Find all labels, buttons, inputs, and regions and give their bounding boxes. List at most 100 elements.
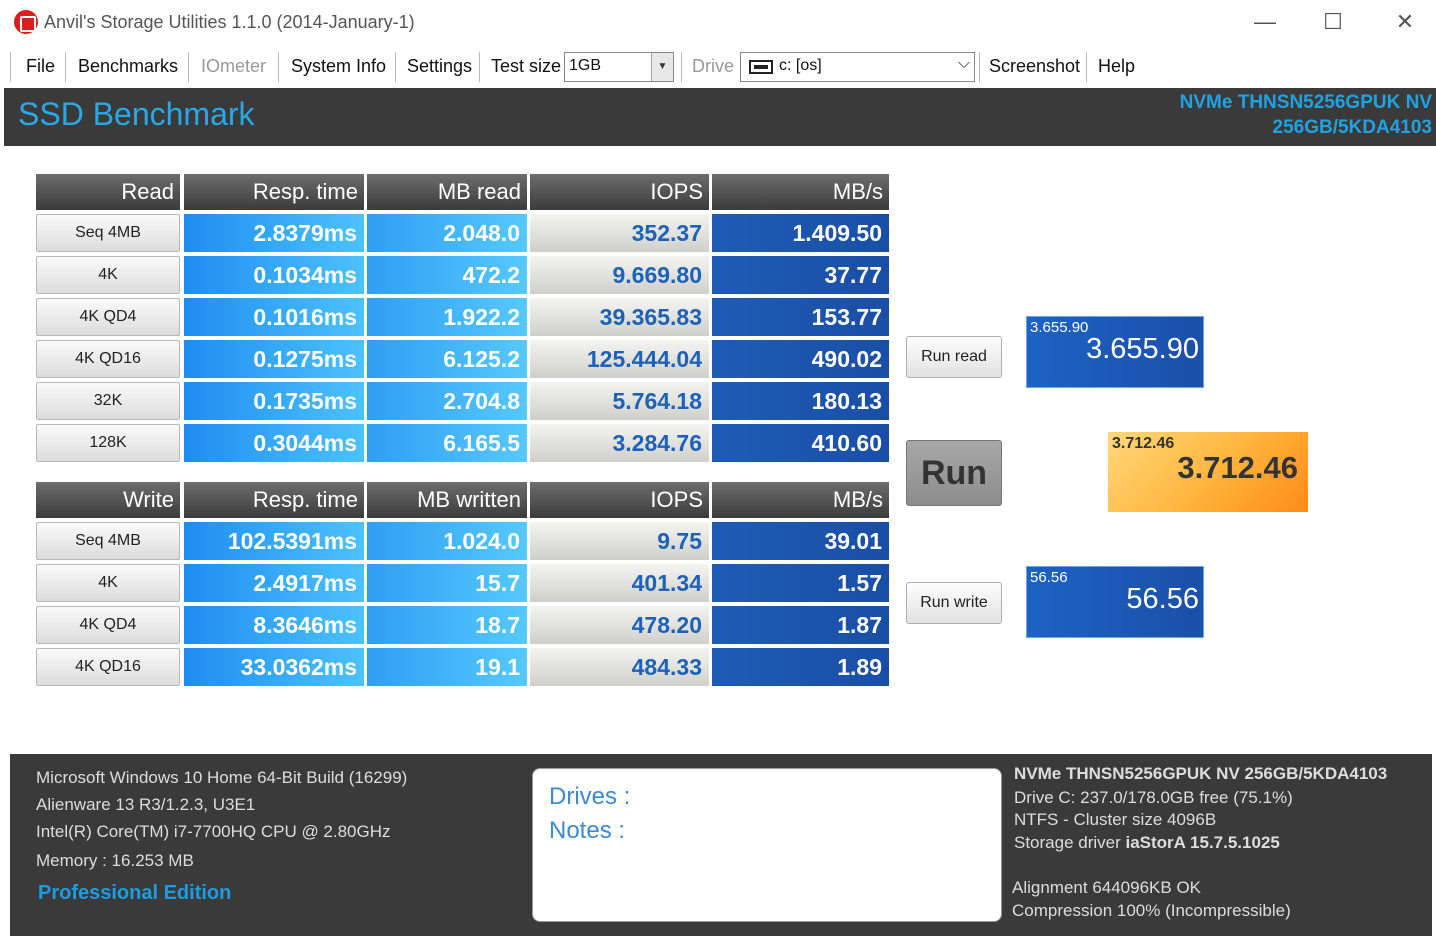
test-size-select[interactable]: 1GB ▼ xyxy=(564,52,674,82)
menu-separator xyxy=(188,52,189,82)
write-resp-header: Resp. time xyxy=(184,482,364,518)
read-mb-cell: 2.048.0 xyxy=(367,214,527,252)
write-mb-cell: 19.1 xyxy=(367,648,527,686)
menu-file[interactable]: File xyxy=(26,56,55,77)
window-title: Anvil's Storage Utilities 1.1.0 (2014-Ja… xyxy=(44,12,415,32)
run-write-button[interactable]: Run write xyxy=(906,582,1002,624)
drive-free-info: Drive C: 237.0/178.0GB free (75.1%) xyxy=(1014,788,1293,807)
write-test-button[interactable]: 4K xyxy=(36,564,180,602)
minimize-button[interactable]: — xyxy=(1242,6,1288,38)
read-mb-cell: 472.2 xyxy=(367,256,527,294)
write-mb-cell: 18.7 xyxy=(367,606,527,644)
write-resp-cell: 2.4917ms xyxy=(184,564,364,602)
write-resp-cell: 33.0362ms xyxy=(184,648,364,686)
close-button[interactable]: ✕ xyxy=(1382,6,1428,38)
benchmark-header: SSD Benchmark NVMe THNSN5256GPUK NV 256G… xyxy=(4,88,1436,146)
write-test-button[interactable]: 4K QD4 xyxy=(36,606,180,644)
read-iops-cell: 9.669.80 xyxy=(530,256,709,294)
app-window: Anvil's Storage Utilities 1.1.0 (2014-Ja… xyxy=(0,0,1436,936)
menu-settings[interactable]: Settings xyxy=(407,56,472,77)
read-test-button[interactable]: 4K QD16 xyxy=(36,340,180,378)
menu-separator xyxy=(395,52,396,82)
chevron-down-icon[interactable]: ⌵ xyxy=(958,55,970,73)
write-test-button[interactable]: 4K QD16 xyxy=(36,648,180,686)
total-score-box: 3.712.46 3.712.46 xyxy=(1108,432,1308,512)
read-mbs-cell: 490.02 xyxy=(712,340,889,378)
read-test-button[interactable]: Seq 4MB xyxy=(36,214,180,252)
write-iops-cell: 484.33 xyxy=(530,648,709,686)
write-mb-cell: 15.7 xyxy=(367,564,527,602)
write-resp-cell: 102.5391ms xyxy=(184,522,364,560)
write-iops-cell: 478.20 xyxy=(530,606,709,644)
menu-separator xyxy=(278,52,279,82)
write-mbs-header: MB/s xyxy=(712,482,889,518)
drive-select[interactable]: c: [os] ⌵ xyxy=(740,52,975,82)
read-mbs-cell: 410.60 xyxy=(712,424,889,462)
total-score: 3.712.46 xyxy=(1177,450,1298,485)
read-test-button[interactable]: 128K xyxy=(36,424,180,462)
run-read-button[interactable]: Run read xyxy=(906,336,1002,378)
write-iops-cell: 401.34 xyxy=(530,564,709,602)
total-score-small: 3.712.46 xyxy=(1112,435,1175,452)
edition-label: Professional Edition xyxy=(38,882,232,904)
write-score-box: 56.56 56.56 xyxy=(1026,566,1204,638)
menu-separator xyxy=(65,52,66,82)
storage-driver-value: iaStorA 15.7.5.1025 xyxy=(1125,833,1280,852)
write-iops-header: IOPS xyxy=(530,482,709,518)
run-button[interactable]: Run xyxy=(906,440,1002,506)
drive-label: Drive xyxy=(692,56,735,76)
read-iops-cell: 3.284.76 xyxy=(530,424,709,462)
read-test-button[interactable]: 4K QD4 xyxy=(36,298,180,336)
menu-benchmarks[interactable]: Benchmarks xyxy=(78,56,178,77)
read-iops-header: IOPS xyxy=(530,174,709,210)
read-mb-header: MB read xyxy=(367,174,527,210)
read-iops-cell: 125.444.04 xyxy=(530,340,709,378)
read-resp-cell: 0.1034ms xyxy=(184,256,364,294)
storage-driver-info: Storage driver iaStorA 15.7.5.1025 xyxy=(1014,833,1280,853)
write-mb-cell: 1.024.0 xyxy=(367,522,527,560)
read-mb-cell: 6.165.5 xyxy=(367,424,527,462)
write-mbs-cell: 39.01 xyxy=(712,522,889,560)
read-test-button[interactable]: 32K xyxy=(36,382,180,420)
memory-info: Memory : 16.253 MB xyxy=(36,851,194,870)
read-mb-cell: 6.125.2 xyxy=(367,340,527,378)
write-resp-cell: 8.3646ms xyxy=(184,606,364,644)
benchmark-panel: Read Resp. time MB read IOPS MB/s Seq 4M… xyxy=(4,146,1436,752)
read-mb-cell: 2.704.8 xyxy=(367,382,527,420)
menu-screenshot[interactable]: Screenshot xyxy=(989,56,1080,77)
write-score: 56.56 xyxy=(1126,583,1199,615)
menu-iometer[interactable]: IOmeter xyxy=(201,56,266,77)
drive-capacity: 256GB/5KDA4103 xyxy=(1272,117,1432,138)
menu-separator xyxy=(479,52,480,82)
read-mbs-cell: 180.13 xyxy=(712,382,889,420)
cpu-info: Intel(R) Core(TM) i7-7700HQ CPU @ 2.80GH… xyxy=(36,822,391,841)
app-logo-icon xyxy=(14,10,38,34)
write-test-button[interactable]: Seq 4MB xyxy=(36,522,180,560)
chevron-down-icon[interactable]: ▼ xyxy=(651,53,673,81)
menu-help[interactable]: Help xyxy=(1098,56,1135,77)
menu-system-info[interactable]: System Info xyxy=(291,56,386,77)
menu-separator xyxy=(1086,52,1087,82)
drive-model-info: NVMe THNSN5256GPUK NV 256GB/5KDA4103 xyxy=(1014,764,1388,783)
read-mb-cell: 1.922.2 xyxy=(367,298,527,336)
read-score-small: 3.655.90 xyxy=(1030,319,1089,336)
drive-icon xyxy=(749,60,773,74)
read-resp-cell: 0.1016ms xyxy=(184,298,364,336)
write-mbs-cell: 1.87 xyxy=(712,606,889,644)
read-score: 3.655.90 xyxy=(1086,333,1199,365)
title-bar: Anvil's Storage Utilities 1.1.0 (2014-Ja… xyxy=(0,0,1436,44)
compression-info: Compression 100% (Incompressible) xyxy=(1012,901,1291,920)
read-test-button[interactable]: 4K xyxy=(36,256,180,294)
alignment-info: Alignment 644096KB OK xyxy=(1012,878,1202,897)
maximize-button[interactable]: ☐ xyxy=(1310,6,1356,38)
drives-label: Drives : xyxy=(549,783,631,810)
read-resp-cell: 0.1275ms xyxy=(184,340,364,378)
write-mbs-cell: 1.89 xyxy=(712,648,889,686)
read-resp-cell: 0.1735ms xyxy=(184,382,364,420)
notes-label: Notes : xyxy=(549,817,626,844)
notes-panel[interactable]: Drives : Notes : xyxy=(532,768,1002,922)
page-title: SSD Benchmark xyxy=(18,96,255,132)
menu-separator xyxy=(979,52,980,82)
read-iops-cell: 39.365.83 xyxy=(530,298,709,336)
read-resp-header: Resp. time xyxy=(184,174,364,210)
